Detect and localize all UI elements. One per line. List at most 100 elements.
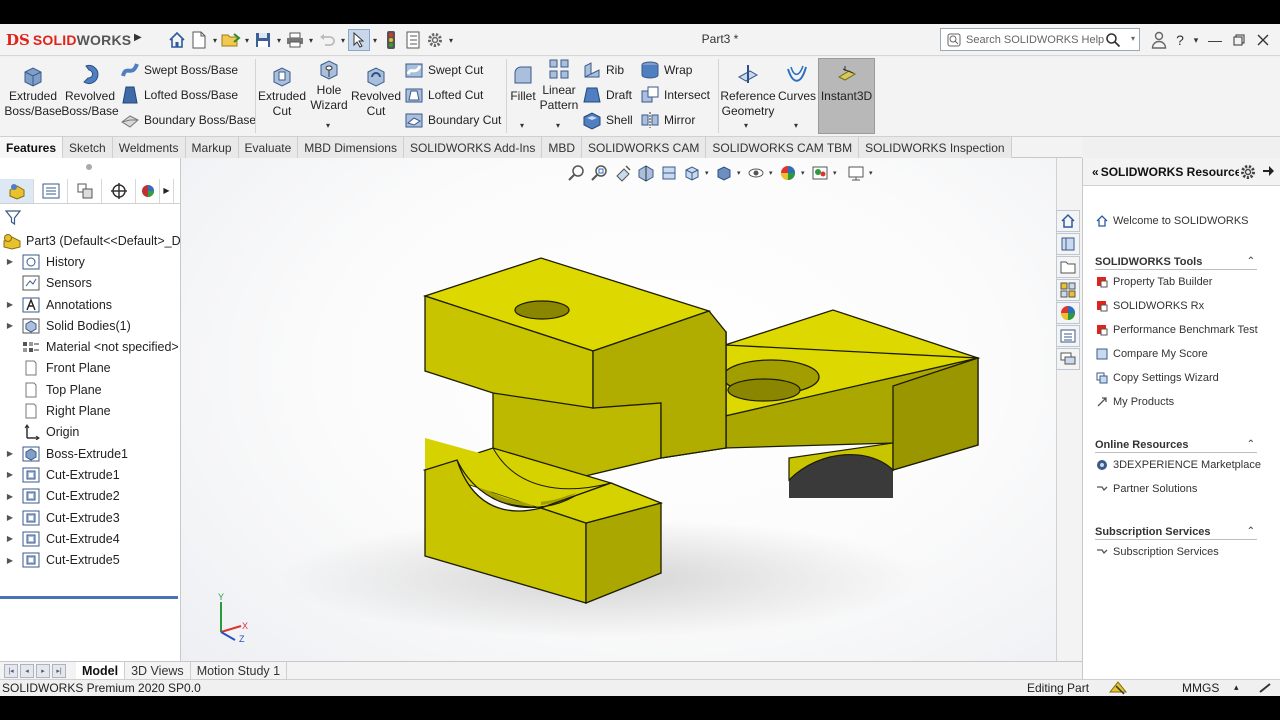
boundary-boss-button[interactable]: Boundary Boss/Base xyxy=(120,109,256,131)
tree-item[interactable]: Origin xyxy=(0,422,181,443)
resource-link[interactable]: Partner Solutions xyxy=(1095,480,1197,498)
select-arrow-icon[interactable] xyxy=(348,29,370,51)
tab-mbd[interactable]: MBD xyxy=(542,137,582,158)
file-properties-icon[interactable] xyxy=(402,29,424,51)
collapse-caret-icon[interactable]: ⌃ xyxy=(1247,256,1255,267)
help-icon[interactable]: ? xyxy=(1172,29,1188,51)
tree-item[interactable]: ▶ Cut-Extrude3 xyxy=(0,507,181,528)
rebuild-traffic-light-icon[interactable] xyxy=(380,29,402,51)
tree-item[interactable]: Material <not specified> xyxy=(0,336,181,357)
custom-properties-icon[interactable] xyxy=(1056,325,1080,347)
online-section-header[interactable]: Online Resources ⌃ xyxy=(1095,437,1257,453)
tree-item[interactable]: Front Plane xyxy=(0,358,181,379)
undo-icon[interactable] xyxy=(316,29,338,51)
view-palette-icon[interactable] xyxy=(1056,279,1080,301)
tree-item[interactable]: ▶ Cut-Extrude2 xyxy=(0,486,181,507)
solidworks-logo[interactable]: DS SOLIDWORKS xyxy=(6,27,132,53)
rib-button[interactable]: Rib xyxy=(582,59,624,81)
file-explorer-icon[interactable] xyxy=(1056,256,1080,278)
tree-item[interactable]: ▶ Boss-Extrude1 xyxy=(0,443,181,464)
tree-item[interactable]: ▶ Cut-Extrude4 xyxy=(0,528,181,549)
unit-system-dropdown-icon[interactable]: ▴ xyxy=(1234,682,1239,693)
expand-arrow-icon[interactable]: ▶ xyxy=(0,257,20,266)
revolved-cut-button[interactable]: Revolved Cut xyxy=(351,63,401,119)
resource-link[interactable]: Subscription Services xyxy=(1095,543,1219,561)
tree-item[interactable]: ▶ Annotations xyxy=(0,294,181,315)
expand-arrow-icon[interactable]: ▶ xyxy=(0,534,20,543)
resource-link[interactable]: SOLIDWORKS Rx xyxy=(1095,297,1204,315)
tab-markup[interactable]: Markup xyxy=(185,137,239,158)
tree-item[interactable]: ▶ Cut-Extrude5 xyxy=(0,549,181,570)
tree-item[interactable]: Right Plane xyxy=(0,400,181,421)
tree-item[interactable]: ▶ History xyxy=(0,251,181,272)
bottom-tab-motion-study-1[interactable]: Motion Study 1 xyxy=(191,661,288,680)
save-icon[interactable] xyxy=(252,29,274,51)
print-dropdown-icon[interactable]: ▾ xyxy=(306,36,316,45)
mirror-button[interactable]: Mirror xyxy=(640,109,695,131)
search-icon[interactable] xyxy=(1105,32,1121,51)
graphics-area[interactable]: ▾ ▾ ▾ ▾ ▾ ▾ Y X Z xyxy=(181,158,1056,686)
bottom-tab-3d-views[interactable]: 3D Views xyxy=(125,661,191,680)
save-dropdown-icon[interactable]: ▾ xyxy=(274,36,284,45)
search-dropdown-icon[interactable]: ▾ xyxy=(1131,34,1135,43)
options-dropdown-icon[interactable]: ▾ xyxy=(446,36,456,45)
collapse-pane-chevron-icon[interactable]: « xyxy=(1092,165,1099,179)
property-manager-tab-icon[interactable] xyxy=(34,178,68,203)
tab-solidworks-cam-tbm[interactable]: SOLIDWORKS CAM TBM xyxy=(706,137,860,158)
resource-link[interactable]: Property Tab Builder xyxy=(1095,273,1212,291)
tab-evaluate[interactable]: Evaluate xyxy=(238,137,299,158)
options-gear-icon[interactable] xyxy=(424,29,446,51)
display-manager-tab-icon[interactable] xyxy=(136,178,160,203)
tab-features[interactable]: Features xyxy=(0,137,64,158)
filter-icon[interactable] xyxy=(4,208,22,229)
first-tab-arrow-icon[interactable]: |◂ xyxy=(4,663,18,678)
expand-arrow-icon[interactable]: ▶ xyxy=(0,513,20,522)
configuration-manager-tab-icon[interactable] xyxy=(68,178,102,203)
open-dropdown-icon[interactable]: ▾ xyxy=(242,36,252,45)
tree-root-part[interactable]: Part3 (Default<<Default>_Di xyxy=(0,230,183,251)
user-account-icon[interactable] xyxy=(1148,29,1170,51)
lofted-boss-button[interactable]: Lofted Boss/Base xyxy=(120,84,238,106)
curves-button[interactable]: Curves xyxy=(776,63,818,104)
collapse-caret-icon[interactable]: ⌃ xyxy=(1247,526,1255,537)
reference-geometry-button[interactable]: Reference Geometry xyxy=(720,63,776,119)
tree-item[interactable]: ▶ Solid Bodies(1) xyxy=(0,315,181,336)
expand-arrow-icon[interactable]: ▶ xyxy=(0,556,20,565)
extruded-cut-button[interactable]: Extruded Cut xyxy=(258,63,306,119)
pane-settings-gear-icon[interactable] xyxy=(1239,163,1257,184)
wrap-button[interactable]: Wrap xyxy=(640,59,692,81)
expand-arrow-icon[interactable]: ▶ xyxy=(0,492,20,501)
resource-link[interactable]: Performance Benchmark Test xyxy=(1095,321,1258,339)
panel-split-handle[interactable] xyxy=(86,164,92,170)
minimize-icon[interactable]: — xyxy=(1204,29,1226,51)
tab-sketch[interactable]: Sketch xyxy=(63,137,113,158)
tree-item[interactable]: ▶ Cut-Extrude1 xyxy=(0,464,181,485)
expand-arrow-icon[interactable]: ▶ xyxy=(0,449,20,458)
curves-dropdown-icon[interactable]: ▾ xyxy=(794,121,798,130)
tab-solidworks-add-ins[interactable]: SOLIDWORKS Add-Ins xyxy=(403,137,543,158)
shell-button[interactable]: Shell xyxy=(582,109,633,131)
print-icon[interactable] xyxy=(284,29,306,51)
home-icon[interactable] xyxy=(166,29,188,51)
tab-weldments[interactable]: Weldments xyxy=(112,137,186,158)
fillet-button[interactable]: Fillet xyxy=(508,63,538,104)
intersect-button[interactable]: Intersect xyxy=(640,84,710,106)
forum-icon[interactable] xyxy=(1056,348,1080,370)
menu-expand-arrow[interactable]: ▶ xyxy=(134,32,144,46)
select-dropdown-icon[interactable]: ▾ xyxy=(370,36,380,45)
part-3d-model[interactable] xyxy=(181,158,1056,686)
expand-arrow-icon[interactable]: ▶ xyxy=(0,321,20,330)
search-help-input[interactable]: Search SOLIDWORKS Help ▾ xyxy=(940,28,1140,51)
help-dropdown-icon[interactable]: ▾ xyxy=(1190,29,1202,51)
new-dropdown-icon[interactable]: ▾ xyxy=(210,36,220,45)
welcome-link[interactable]: Welcome to SOLIDWORKS xyxy=(1095,212,1249,230)
pin-pane-icon[interactable] xyxy=(1261,164,1275,181)
hole-wizard-dropdown-icon[interactable]: ▾ xyxy=(326,121,330,130)
reference-geometry-dropdown-icon[interactable]: ▾ xyxy=(744,121,748,130)
tab-solidworks-inspection[interactable]: SOLIDWORKS Inspection xyxy=(859,137,1012,158)
subscription-section-header[interactable]: Subscription Services ⌃ xyxy=(1095,524,1257,540)
revolved-boss-button[interactable]: Revolved Boss/Base xyxy=(61,63,119,119)
appearances-scenes-icon[interactable] xyxy=(1056,302,1080,324)
next-tab-arrow-icon[interactable]: ▸ xyxy=(36,663,50,678)
tree-item[interactable]: Top Plane xyxy=(0,379,181,400)
